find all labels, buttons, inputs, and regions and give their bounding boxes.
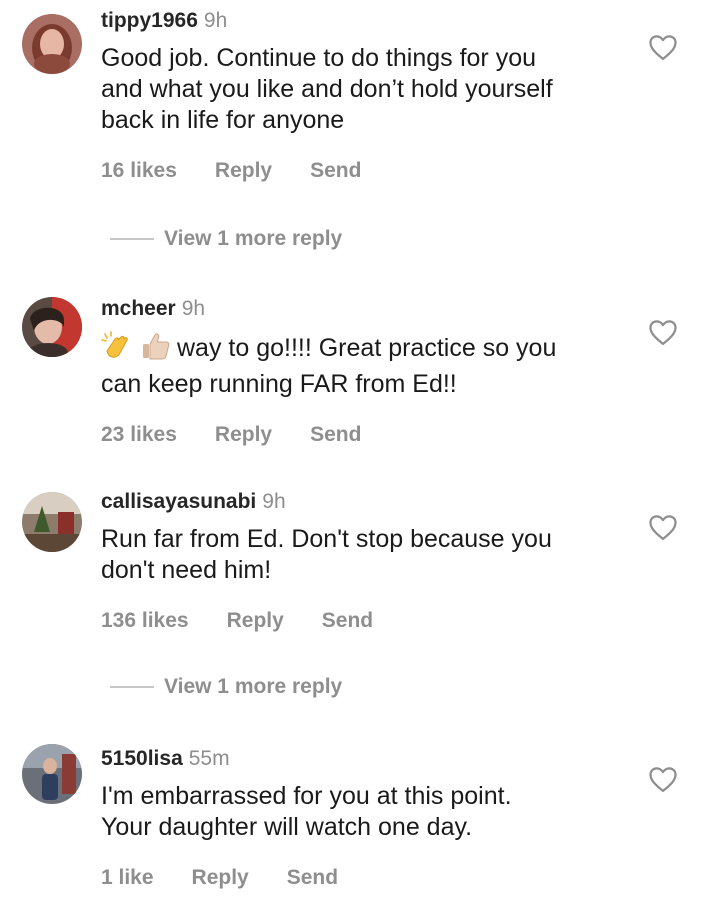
divider-line: [110, 238, 154, 240]
thumbs-up-icon: [139, 331, 173, 369]
comment-text-line: Good job. Continue to do things for you: [101, 44, 537, 72]
avatar[interactable]: [22, 744, 82, 804]
view-replies-link[interactable]: View 1 more reply: [110, 674, 342, 700]
reply-button[interactable]: Reply: [192, 865, 249, 891]
send-button[interactable]: Send: [287, 865, 338, 891]
comment-text-line: and what you like and don’t hold yoursel…: [101, 75, 553, 103]
comment-text-line: can keep running FAR from Ed!!: [101, 370, 457, 398]
comment-actions: 23 likes Reply Send: [101, 422, 641, 448]
likes-count[interactable]: 23 likes: [101, 422, 177, 448]
comment-text: Good job. Continue to do things for you …: [101, 43, 641, 136]
heart-icon[interactable]: [648, 765, 678, 793]
username[interactable]: mcheer: [101, 297, 176, 320]
avatar[interactable]: [22, 492, 82, 552]
timestamp: 9h: [203, 9, 228, 32]
reply-button[interactable]: Reply: [227, 608, 284, 634]
username[interactable]: callisayasunabi: [101, 490, 256, 513]
reply-button[interactable]: Reply: [215, 422, 272, 448]
comment-text-line: I'm embarrassed for you at this point.: [101, 782, 512, 810]
heart-icon[interactable]: [648, 33, 678, 61]
comment-actions: 1 like Reply Send: [101, 865, 641, 891]
username[interactable]: 5150lisa: [101, 747, 183, 770]
comment-actions: 136 likes Reply Send: [101, 608, 641, 634]
comment-actions: 16 likes Reply Send: [101, 158, 641, 184]
comment-text-line: don't need him!: [101, 556, 272, 584]
heart-icon[interactable]: [648, 513, 678, 541]
comment-text-line: Run far from Ed. Don't stop because you: [101, 525, 552, 553]
likes-count[interactable]: 16 likes: [101, 158, 177, 184]
avatar[interactable]: [22, 14, 82, 74]
comment-text-line: back in life for anyone: [101, 106, 345, 134]
view-replies-label[interactable]: View 1 more reply: [164, 674, 342, 700]
timestamp: 9h: [181, 297, 206, 320]
likes-count[interactable]: 1 like: [101, 865, 154, 891]
timestamp: 9h: [262, 490, 286, 513]
likes-count[interactable]: 136 likes: [101, 608, 189, 634]
send-button[interactable]: Send: [310, 422, 361, 448]
comment-text: Run far from Ed. Don't stop because you …: [101, 524, 641, 586]
send-button[interactable]: Send: [310, 158, 361, 184]
view-replies-link[interactable]: View 1 more reply: [110, 226, 342, 252]
send-button[interactable]: Send: [322, 608, 373, 634]
view-replies-label[interactable]: View 1 more reply: [164, 226, 342, 252]
divider-line: [110, 686, 154, 688]
comment-text: way to go!!!! Great practice so you can …: [101, 331, 641, 400]
comment-text: I'm embarrassed for you at this point. Y…: [101, 781, 641, 843]
timestamp: 55m: [188, 747, 230, 770]
avatar[interactable]: [22, 297, 82, 357]
reply-button[interactable]: Reply: [215, 158, 272, 184]
heart-icon[interactable]: [648, 318, 678, 346]
comment-text-line: Your daughter will watch one day.: [101, 813, 473, 841]
clapping-hands-icon: [101, 331, 135, 369]
comment-text-line: way to go!!!! Great practice so you: [177, 334, 557, 362]
username[interactable]: tippy1966: [101, 9, 198, 32]
